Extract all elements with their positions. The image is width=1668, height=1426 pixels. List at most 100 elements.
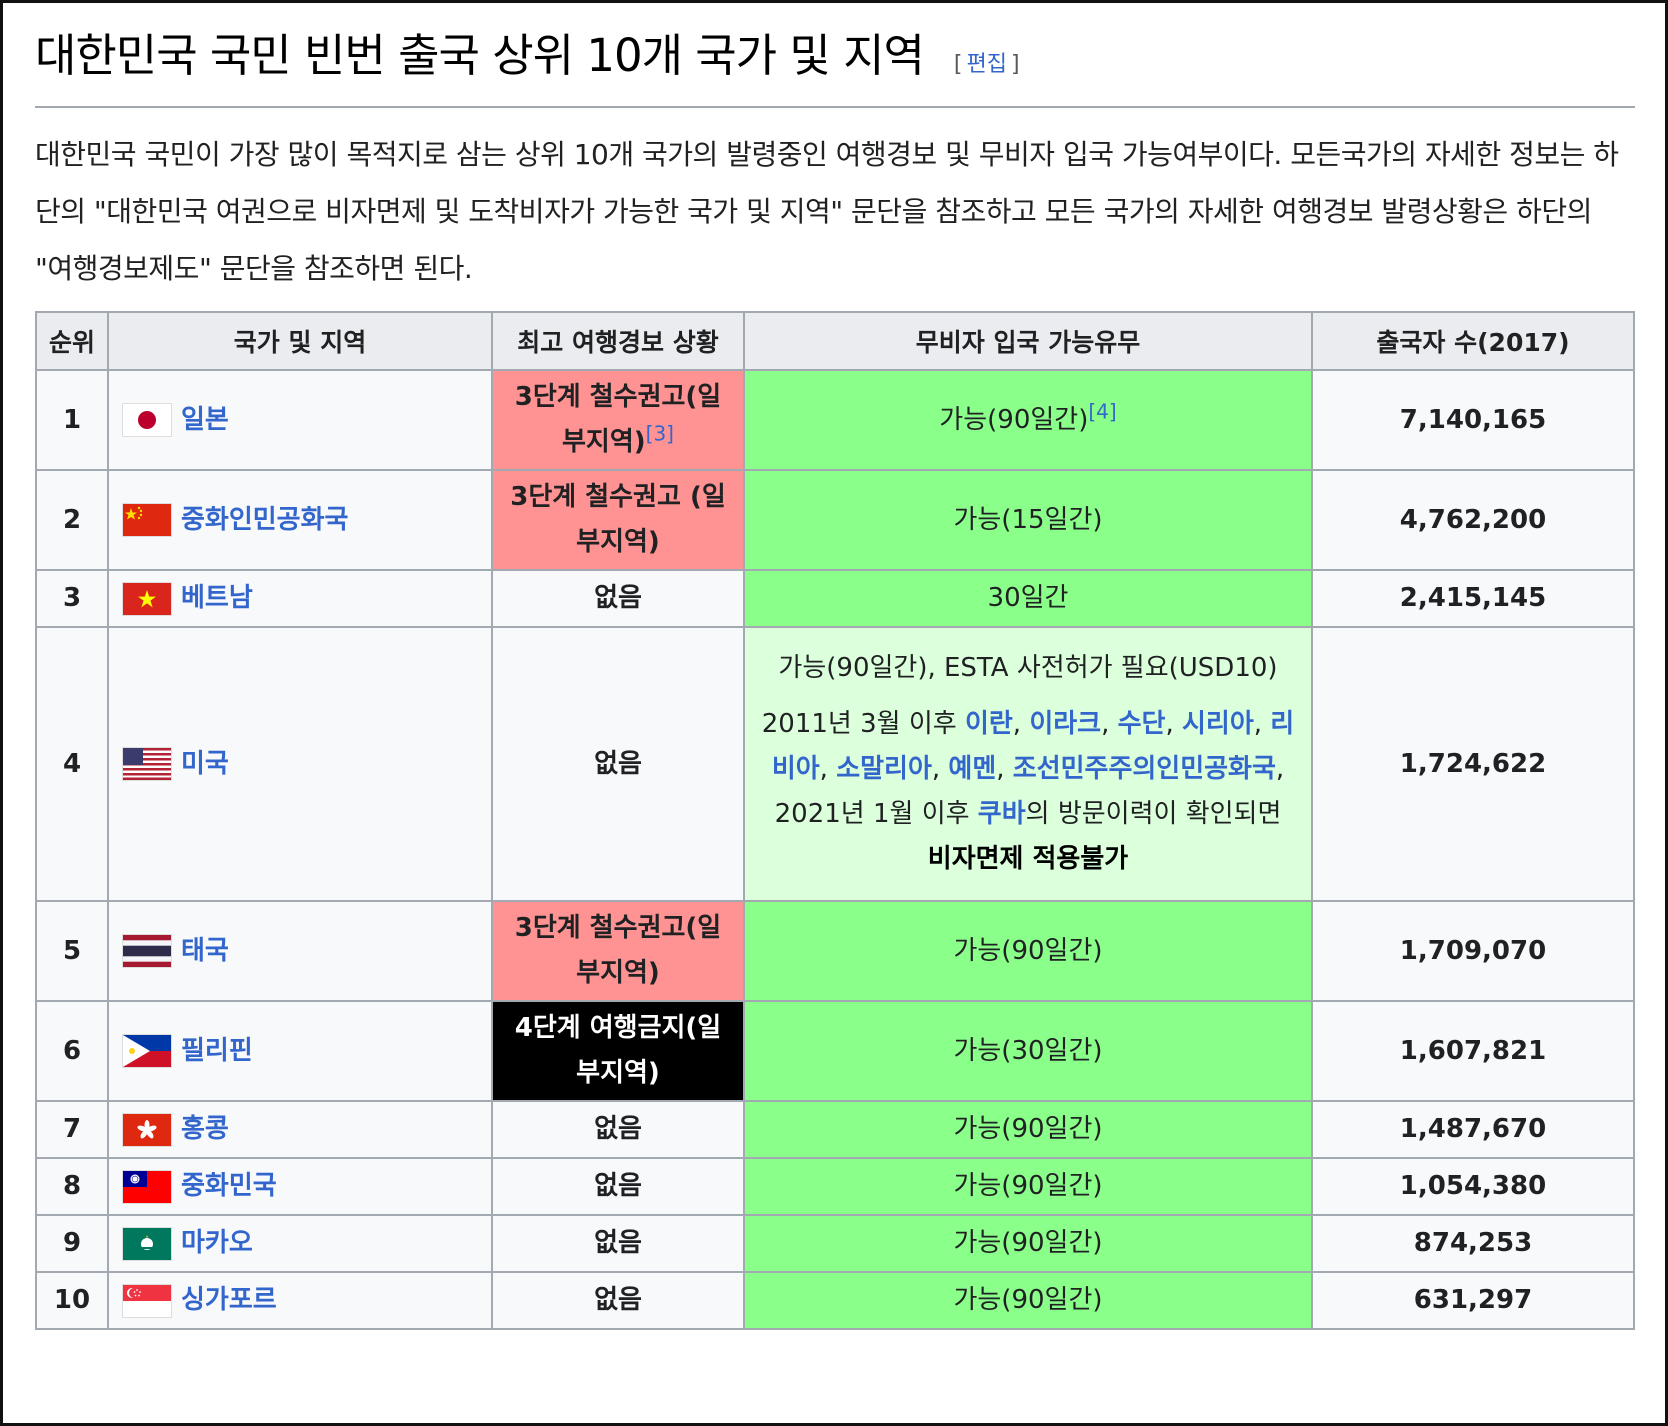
table-row: 4 미국 없음 가능(90일간), ESTA 사전허가 필요(USD10) 20… [35,626,1635,902]
edit-bracket-open: [ [953,52,963,77]
rank-cell: 1 [35,369,109,471]
thailand-flag-icon [123,935,171,967]
warning-text: 없음 [594,1285,642,1315]
visa-note: 가능(90일간), ESTA 사전허가 필요(USD10) 2011년 3월 이… [751,646,1305,882]
edit-section: [편집] [954,46,1020,78]
warning-text: 없음 [594,1171,642,1201]
visa-cell: 가능(90일간) [743,1100,1313,1159]
country-link[interactable]: 중화민국 [181,1171,277,1201]
table-header-row: 순위 국가 및 지역 최고 여행경보 상황 무비자 입국 가능유무 출국자 수(… [35,311,1635,371]
vietnam-flag-icon [123,582,171,615]
header-count: 출국자 수(2017) [1311,311,1635,371]
visa-cell: 가능(15일간) [743,469,1313,571]
visa-exception-note: 비자면제 적용불가 [927,844,1129,874]
visa-cell: 가능(90일간) [743,1157,1313,1216]
country-cell: 중화인민공화국 [107,469,493,571]
visa-cell: 가능(90일간)[4] [743,369,1313,471]
usa-flag-icon [123,748,171,780]
country-link[interactable]: 이란 [965,709,1013,739]
visa-status: 가능(90일간) [953,1285,1103,1315]
hongkong-flag-icon [123,1113,171,1146]
country-table: 순위 국가 및 지역 최고 여행경보 상황 무비자 입국 가능유무 출국자 수(… [35,311,1635,1330]
rank-cell: 2 [35,469,109,571]
note-text: 의 방문이력이 확인되면 [1025,799,1282,829]
country-link[interactable]: 시리아 [1182,709,1254,739]
note-text: , [1012,709,1030,739]
table-row: 3 베트남 없음 30일간 2,415,145 [35,569,1635,628]
country-link[interactable]: 소말리아 [836,754,932,784]
country-cell: 마카오 [107,1214,493,1273]
warning-cell: 없음 [491,1214,745,1273]
rank-cell: 3 [35,569,109,628]
rank-cell: 7 [35,1100,109,1159]
intro-paragraph: 대한민국 국민이 가장 많이 목적지로 삼는 상위 10개 국가의 발령중인 여… [35,138,1619,285]
count-cell: 874,253 [1311,1214,1635,1273]
country-cell: 베트남 [107,569,493,628]
header-warning: 최고 여행경보 상황 [491,311,745,371]
visa-status: 가능(90일간) [939,404,1089,435]
japan-flag-icon [123,404,171,436]
rank-cell: 5 [35,900,109,1002]
warning-cell: 없음 [491,569,745,628]
country-link[interactable]: 이라크 [1029,709,1101,739]
note-text: , [819,754,837,784]
note-text: , [1253,709,1271,739]
edit-link[interactable]: 편집 [967,52,1007,77]
warning-cell: 없음 [491,626,745,902]
visa-status: 가능(15일간) [953,504,1103,535]
section-heading: 대한민국 국민 빈번 출국 상위 10개 국가 및 지역 [편집] [35,18,1635,108]
visa-status: 가능(90일간) [953,1228,1103,1258]
table-row: 9 마카오 없음 가능(90일간) 874,253 [35,1214,1635,1273]
reference: [3] [646,421,674,445]
singapore-flag-icon [123,1284,171,1317]
country-link[interactable]: 쿠바 [978,799,1026,829]
country-link[interactable]: 싱가포르 [181,1285,277,1315]
count-cell: 2,415,145 [1311,569,1635,628]
warning-cell: 없음 [491,1100,745,1159]
reference-link[interactable]: [3] [646,421,674,445]
note-text: 2011년 3월 이후 [761,709,965,739]
warning-text: 3단계 철수권고(일부지역) [514,913,722,988]
reference-link[interactable]: [4] [1088,399,1116,423]
visa-status: 가능(90일간), ESTA 사전허가 필요(USD10) [778,653,1278,683]
visa-cell: 가능(30일간) [743,1000,1313,1102]
country-link[interactable]: 미국 [181,749,229,779]
country-link[interactable]: 일본 [181,405,229,435]
warning-text: 없음 [594,1114,642,1144]
warning-text: 없음 [594,748,642,779]
country-link[interactable]: 조선민주주의인민공화국 [1013,754,1276,784]
table-row: 7 홍콩 없음 가능(90일간) 1,487,670 [35,1100,1635,1159]
country-link[interactable]: 수단 [1118,709,1166,739]
country-cell: 일본 [107,369,493,471]
note-text: , [1165,709,1182,739]
rank-cell: 8 [35,1157,109,1216]
warning-text: 4단계 여행금지(일부지역) [514,1013,722,1088]
count-cell: 1,724,622 [1311,626,1635,902]
table-row: 10 싱가포르 없음 가능(90일간) 631,297 [35,1271,1635,1330]
visa-cell: 30일간 [743,569,1313,628]
country-link[interactable]: 베트남 [181,583,253,613]
count-cell: 1,709,070 [1311,900,1635,1002]
note-text: , [931,754,949,784]
country-link[interactable]: 중화인민공화국 [181,505,348,535]
country-cell: 미국 [107,626,493,902]
header-visa: 무비자 입국 가능유무 [743,311,1313,371]
country-link[interactable]: 홍콩 [181,1114,229,1144]
macau-flag-icon [123,1227,171,1260]
article-section: 대한민국 국민 빈번 출국 상위 10개 국가 및 지역 [편집] 대한민국 국… [35,18,1635,1330]
header-country: 국가 및 지역 [107,311,493,371]
visa-cell: 가능(90일간), ESTA 사전허가 필요(USD10) 2011년 3월 이… [743,626,1313,902]
warning-cell: 3단계 철수권고(일부지역)[3] [491,369,745,471]
country-cell: 싱가포르 [107,1271,493,1330]
china-flag-icon [123,504,171,536]
rank-cell: 10 [35,1271,109,1330]
country-link[interactable]: 마카오 [181,1228,253,1258]
count-cell: 4,762,200 [1311,469,1635,571]
table-row: 8 중화민국 없음 가능(90일간) 1,054,380 [35,1157,1635,1216]
country-link[interactable]: 예멘 [948,754,996,784]
header-rank: 순위 [35,311,109,371]
taiwan-flag-icon [123,1170,171,1203]
country-link[interactable]: 필리핀 [181,1036,253,1066]
country-link[interactable]: 태국 [181,936,229,966]
visa-status: 가능(90일간) [953,1171,1103,1201]
